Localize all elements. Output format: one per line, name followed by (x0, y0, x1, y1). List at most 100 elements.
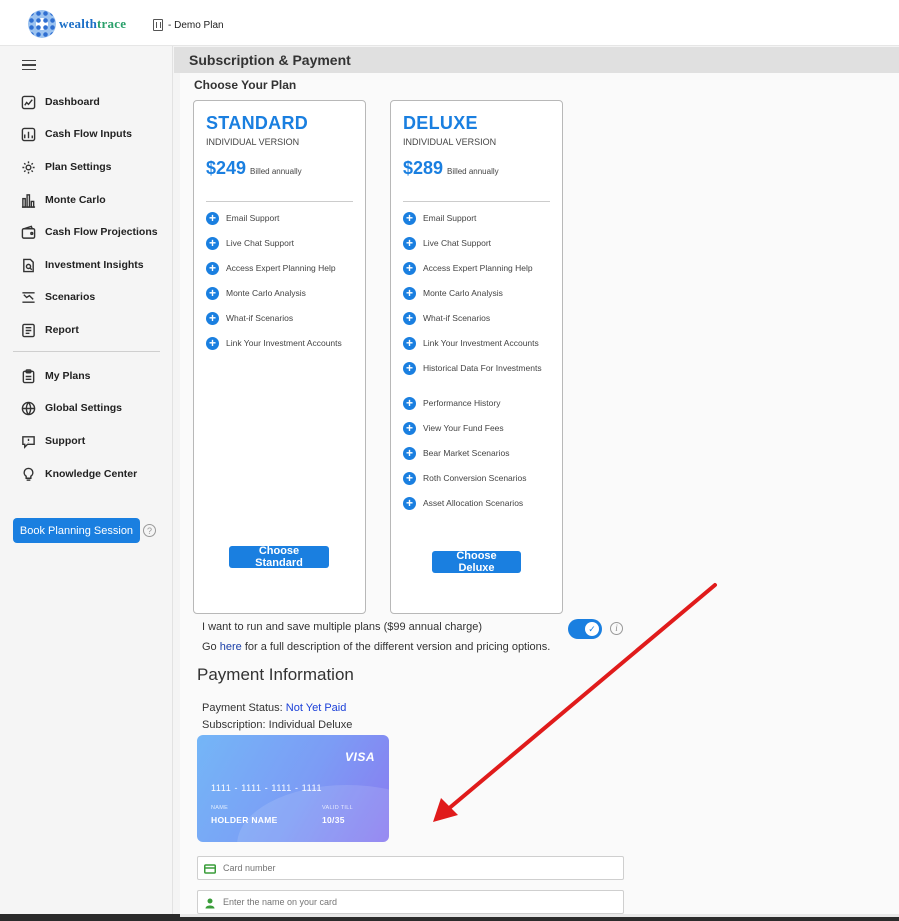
plan-price: $249 Billed annually (206, 158, 302, 179)
sidebar-item-label: Scenarios (45, 291, 96, 303)
sidebar-item-investment-insights[interactable]: Investment Insights (20, 257, 144, 273)
price-amount: $249 (206, 158, 247, 178)
globe-icon (20, 400, 36, 416)
feature-label: Roth Conversion Scenarios (423, 473, 527, 483)
feature-item: + Monte Carlo Analysis (403, 287, 558, 313)
plus-circle-icon: + (403, 237, 416, 250)
sidebar-item-label: Support (45, 435, 86, 447)
support-icon (20, 433, 36, 449)
check-icon: ✓ (585, 622, 599, 636)
multiple-plans-toggle[interactable]: ✓ (568, 619, 602, 639)
payment-status-label: Payment Status: (202, 702, 283, 714)
help-icon[interactable]: ? (143, 524, 156, 537)
feature-label: What-if Scenarios (226, 313, 294, 323)
sidebar-item-label: Report (45, 324, 79, 336)
plus-circle-icon: + (403, 312, 416, 325)
sidebar-item-scenarios[interactable]: Scenarios (20, 289, 95, 305)
feature-item: + Bear Market Scenarios (403, 447, 558, 473)
sidebar-item-knowledge-center[interactable]: Knowledge Center (20, 466, 137, 482)
card-name-input[interactable] (197, 890, 624, 914)
plus-circle-icon: + (403, 212, 416, 225)
feature-label: Performance History (423, 398, 501, 408)
sidebar-item-label: Knowledge Center (45, 468, 138, 480)
sidebar-item-label: Plan Settings (45, 161, 112, 173)
sidebar-item-monte-carlo[interactable]: Monte Carlo (20, 192, 106, 208)
feature-item: + Asset Allocation Scenarios (403, 497, 558, 523)
info-icon[interactable]: i (610, 622, 623, 635)
plus-circle-icon: + (206, 262, 219, 275)
current-plan-label[interactable]: - Demo Plan (153, 19, 224, 31)
feature-label: Access Expert Planning Help (423, 263, 533, 273)
sidebar-item-dashboard[interactable]: Dashboard (20, 94, 100, 110)
subscription-text: Subscription: Individual Deluxe (202, 719, 353, 731)
feature-item: + Live Chat Support (403, 237, 558, 263)
feature-item: + Access Expert Planning Help (206, 262, 361, 288)
feature-item: + Roth Conversion Scenarios (403, 472, 558, 498)
choose-deluxe-button[interactable]: Choose Deluxe (432, 550, 521, 574)
sidebar-item-label: Global Settings (45, 402, 123, 414)
feature-label: What-if Scenarios (423, 313, 491, 323)
feature-item: + View Your Fund Fees (403, 422, 558, 448)
feature-item: + Historical Data For Investments (403, 362, 558, 398)
plus-circle-icon: + (206, 337, 219, 350)
sidebar-item-cash-flow-projections[interactable]: Cash Flow Projections (20, 224, 158, 240)
pricing-description: Go here for a full description of the di… (202, 641, 550, 653)
choose-plan-heading: Choose Your Plan (194, 78, 297, 92)
plan-name: DELUXE (403, 113, 478, 133)
feature-label: Access Expert Planning Help (226, 263, 336, 273)
card-holder-name: HOLDER NAME (211, 815, 278, 825)
sidebar-item-my-plans[interactable]: My Plans (20, 368, 91, 384)
plus-circle-icon: + (403, 397, 416, 410)
feature-label: Monte Carlo Analysis (226, 288, 306, 298)
plus-circle-icon: + (403, 262, 416, 275)
feature-label: Asset Allocation Scenarios (423, 498, 524, 508)
feature-item: + Email Support (206, 212, 361, 238)
plus-circle-icon: + (206, 312, 219, 325)
payment-status: Payment Status: Not Yet Paid (202, 702, 346, 714)
feature-list: + Email Support + Live Chat Support + Acces… (206, 212, 361, 363)
feature-label: View Your Fund Fees (423, 423, 504, 433)
feature-label: Monte Carlo Analysis (423, 288, 503, 298)
sidebar-item-global-settings[interactable]: Global Settings (20, 400, 122, 416)
sidebar-item-plan-settings[interactable]: Plan Settings (20, 159, 112, 175)
card-number-input[interactable] (197, 856, 624, 880)
plus-circle-icon: + (403, 287, 416, 300)
choose-standard-button[interactable]: Choose Standard (229, 545, 329, 569)
plan-version: INDIVIDUAL VERSION (403, 137, 497, 147)
feature-item: + Link Your Investment Accounts (206, 337, 361, 363)
feature-item: + Access Expert Planning Help (403, 262, 558, 288)
plus-circle-icon: + (206, 237, 219, 250)
bar-chart-icon (20, 192, 36, 208)
sidebar-item-support[interactable]: Support (20, 433, 85, 449)
plus-circle-icon: + (403, 497, 416, 510)
report-icon (20, 322, 36, 338)
wealthtrace-logo[interactable]: wealthtrace (28, 10, 126, 38)
pricing-suffix: for a full description of the different … (241, 641, 551, 653)
feature-label: Email Support (423, 213, 477, 223)
feature-label: Bear Market Scenarios (423, 448, 510, 458)
building-icon (153, 19, 163, 31)
pricing-here-link[interactable]: here (220, 641, 242, 653)
sidebar-item-cash-flow-inputs[interactable]: Cash Flow Inputs (20, 126, 132, 142)
plan-price: $289 Billed annually (403, 158, 499, 179)
gear-icon (20, 159, 36, 175)
sidebar-item-report[interactable]: Report (20, 322, 79, 338)
feature-item: + Monte Carlo Analysis (206, 287, 361, 313)
feature-item: + Performance History (403, 397, 558, 423)
card-number-display: 1111 - 1111 - 1111 - 1111 (211, 783, 323, 793)
plus-circle-icon: + (206, 287, 219, 300)
feature-label: Live Chat Support (423, 238, 492, 248)
feature-item: + Link Your Investment Accounts (403, 337, 558, 363)
sidebar-item-label: Cash Flow Projections (45, 226, 158, 238)
plan-card-deluxe: DELUXE INDIVIDUAL VERSION $289 Billed an… (390, 100, 563, 614)
plus-circle-icon: + (403, 472, 416, 485)
user-icon (204, 896, 216, 909)
document-search-icon (20, 257, 36, 273)
book-planning-session-button[interactable]: Book Planning Session (13, 518, 140, 543)
hamburger-menu-icon[interactable] (22, 60, 36, 70)
clipboard-icon (20, 368, 36, 384)
top-bar: wealthtrace - Demo Plan (0, 0, 899, 46)
sidebar-item-label: Monte Carlo (45, 194, 106, 206)
sidebar-item-label: Cash Flow Inputs (45, 128, 132, 140)
feature-item: + What-if Scenarios (206, 312, 361, 338)
